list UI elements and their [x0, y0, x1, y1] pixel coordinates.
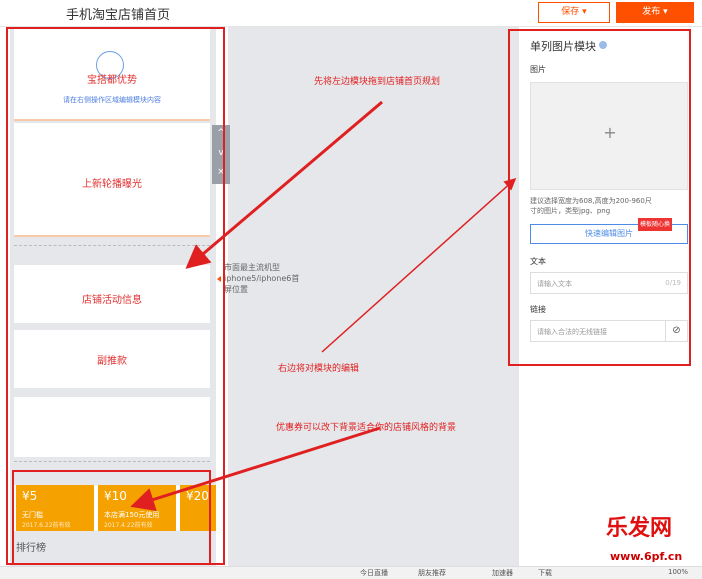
watermark-url: www.6pf.cn	[610, 550, 683, 563]
arrow-coupon	[130, 426, 381, 512]
annotation-arrows	[130, 100, 517, 512]
zoom-level[interactable]: 100%	[668, 568, 688, 576]
status-item[interactable]: 下载	[538, 568, 552, 578]
arrow-drag	[185, 100, 383, 269]
status-item[interactable]: 今日直播	[360, 568, 388, 578]
arrow-edit	[321, 177, 517, 353]
status-bar: 今日直播 朋友推荐 加速器 下载 100%	[0, 566, 702, 579]
watermark-logo: 乐发网	[606, 515, 673, 541]
status-item[interactable]: 朋友推荐	[418, 568, 446, 578]
status-item[interactable]: 加速器	[492, 568, 513, 578]
